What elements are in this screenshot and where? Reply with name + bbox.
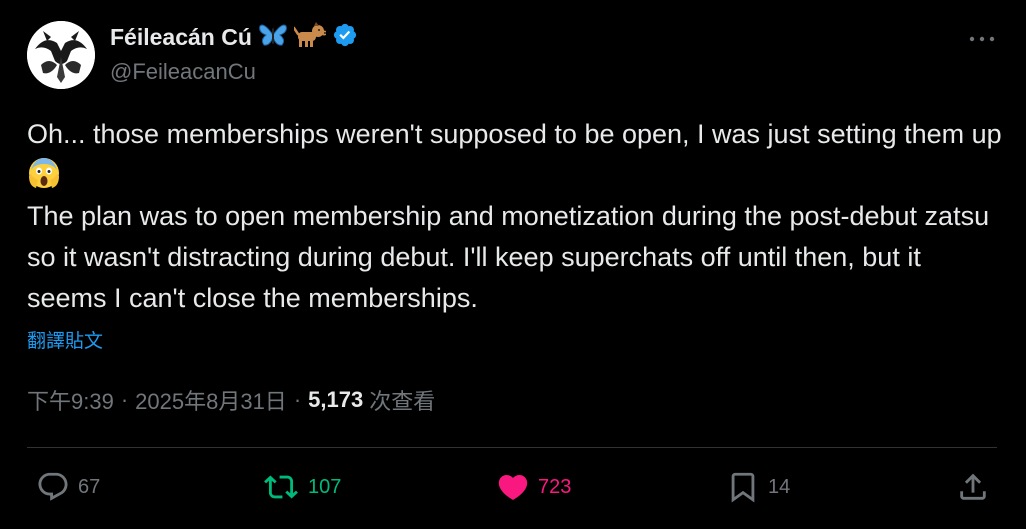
author-avatar[interactable]	[27, 21, 95, 89]
heart-icon	[498, 474, 528, 500]
author-display-name[interactable]: Féileacán Cú	[110, 24, 252, 51]
tweet-meta: 下午9:39 · 2025年8月31日 · 5,173 次查看	[27, 384, 435, 416]
divider	[27, 447, 997, 448]
repost-icon	[264, 475, 298, 499]
views-label: 次查看	[369, 389, 436, 414]
reply-icon	[38, 472, 68, 501]
bookmark-icon	[731, 472, 755, 503]
butterfly-emoji-icon	[258, 22, 288, 53]
tweet-line-1: Oh... those memberships weren't supposed…	[27, 119, 1002, 149]
meta-separator: ·	[120, 387, 129, 412]
repost-button[interactable]: 107	[262, 470, 341, 504]
tweet-line-2: The plan was to open membership and mone…	[27, 201, 997, 313]
more-dots-icon	[969, 36, 995, 42]
verified-badge-icon[interactable]	[332, 22, 358, 53]
translate-post-link[interactable]: 翻譯貼文	[27, 326, 103, 353]
tweet-text: Oh... those memberships weren't supposed…	[27, 114, 1002, 319]
author-handle[interactable]: @FeileacanCu	[110, 59, 256, 85]
like-button[interactable]: 723	[496, 470, 571, 504]
share-icon	[960, 473, 986, 500]
more-options-button[interactable]	[968, 27, 996, 56]
tweet-time[interactable]: 下午9:39	[27, 384, 114, 416]
face-screaming-in-fear-icon	[27, 156, 61, 190]
reply-count: 67	[78, 475, 101, 498]
views-count[interactable]: 5,173	[308, 387, 363, 413]
like-count: 723	[538, 475, 572, 498]
reply-button[interactable]: 67	[36, 470, 100, 504]
repost-count: 107	[308, 475, 342, 498]
share-button[interactable]	[956, 470, 990, 504]
meta-separator: ·	[293, 387, 302, 412]
dog-emoji-icon	[292, 22, 327, 53]
tweet-date[interactable]: 2025年8月31日	[135, 384, 287, 416]
bookmark-button[interactable]: 14	[726, 470, 790, 504]
bookmark-count: 14	[768, 475, 791, 498]
